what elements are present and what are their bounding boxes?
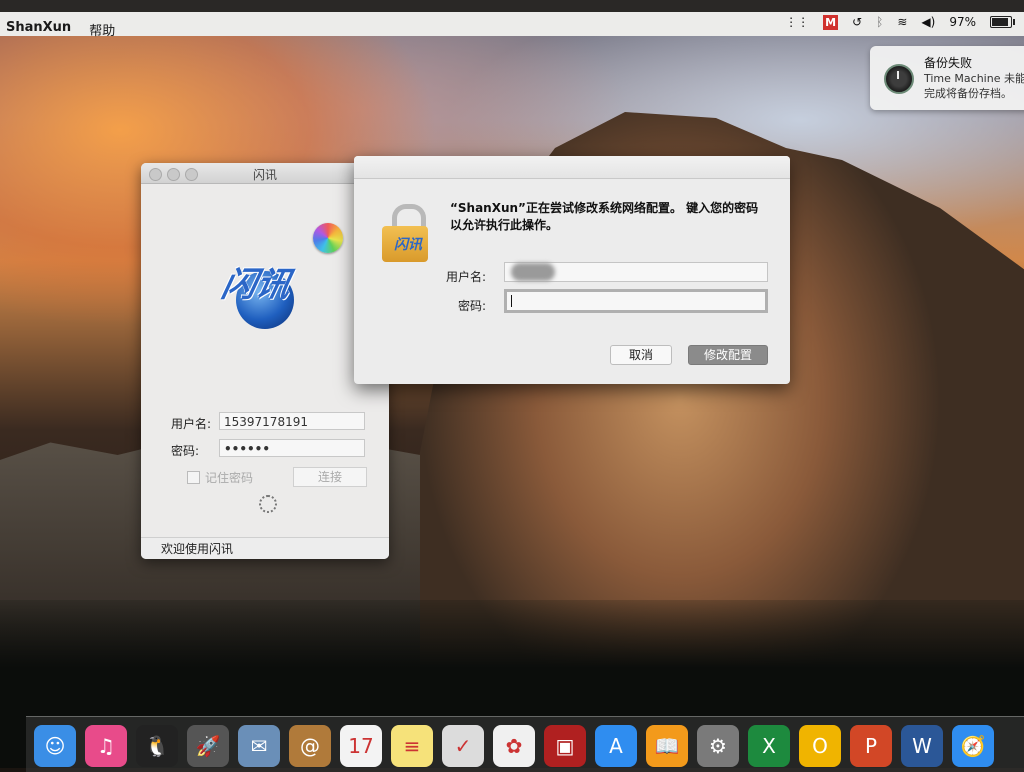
notification-banner[interactable]: 备份失败 Time Machine 未能完成将备份存档。 — [870, 46, 1024, 110]
help-menu[interactable]: 帮助 — [89, 20, 115, 39]
battery-icon[interactable] — [990, 16, 1015, 28]
password-label: 密码: — [171, 444, 200, 458]
shanxun-logo: 闪讯 — [218, 243, 311, 333]
dock-photo-booth-icon[interactable]: ▣ — [544, 725, 586, 767]
dock-calendar-icon[interactable]: 17 — [340, 725, 382, 767]
app-menu[interactable]: ShanXun — [6, 20, 71, 39]
dock-reminders-icon[interactable]: ✓ — [442, 725, 484, 767]
logo-text: 闪讯 — [218, 265, 295, 305]
auth-message: “ShanXun”正在尝试修改系统网络配置。 键入您的密码以允许执行此操作。 — [450, 201, 759, 232]
dock-safari-icon[interactable]: 🧭 — [952, 725, 994, 767]
auth-password-field[interactable] — [504, 289, 768, 313]
status-bar: 欢迎使用闪讯 — [141, 537, 389, 559]
auth-password-label: 密码: — [458, 299, 487, 313]
connect-button[interactable]: 连接 — [293, 467, 367, 487]
text-caret — [511, 295, 512, 307]
dock-notes-icon[interactable]: ≡ — [391, 725, 433, 767]
window-titlebar[interactable]: 闪讯 — [141, 163, 389, 184]
cancel-button[interactable]: 取消 — [610, 345, 672, 365]
lock-logo-text: 闪讯 — [394, 237, 422, 253]
m-app-icon[interactable]: M — [823, 14, 839, 30]
dock-system-preferences-icon[interactable]: ⚙ — [697, 725, 739, 767]
auth-username-field[interactable] — [504, 262, 768, 282]
modify-config-button[interactable]: 修改配置 — [688, 345, 768, 365]
status-tray-icon[interactable]: ⋮⋮ — [785, 14, 809, 30]
username-label: 用户名: — [171, 417, 212, 431]
lock-icon: 闪讯 — [382, 204, 430, 262]
wifi-icon[interactable]: ≋ — [897, 14, 907, 30]
dock-ibooks-icon[interactable]: 📖 — [646, 725, 688, 767]
password-field[interactable]: •••••• — [219, 439, 365, 457]
window-title: 闪讯 — [252, 168, 277, 182]
username-field[interactable]: 15397178191 — [219, 412, 365, 430]
battery-percent[interactable]: 97% — [949, 14, 976, 30]
volume-icon[interactable]: ◀) — [921, 14, 935, 30]
dock-preview-icon[interactable]: ✉ — [238, 725, 280, 767]
remember-label: 记住密码 — [205, 471, 254, 485]
dock-launchpad-icon[interactable]: 🚀 — [187, 725, 229, 767]
remember-checkbox[interactable] — [187, 471, 200, 484]
notification-body: Time Machine 未能完成将备份存档。 — [924, 72, 1024, 100]
notification-title: 备份失败 — [924, 56, 973, 70]
loading-spinner-icon — [259, 495, 277, 513]
time-machine-menu-icon[interactable]: ↺ — [852, 14, 862, 30]
dock-outlook-icon[interactable]: O — [799, 725, 841, 767]
shanxun-window: 闪讯 闪讯 用户名: 15397178191 密码: •••••• 记住密码 连… — [141, 163, 389, 559]
busy-beachball-icon — [313, 223, 343, 253]
dock-excel-icon[interactable]: X — [748, 725, 790, 767]
dock-powerpoint-icon[interactable]: P — [850, 725, 892, 767]
dock-contacts-icon[interactable]: @ — [289, 725, 331, 767]
auth-username-label: 用户名: — [446, 270, 487, 284]
redacted-username — [511, 263, 555, 281]
remember-password[interactable]: 记住密码 — [187, 469, 253, 486]
menu-bar: ShanXun 帮助 ⋮⋮ M ↺ ᛒ ≋ ◀) 97% — [0, 0, 1024, 39]
bluetooth-icon[interactable]: ᛒ — [876, 14, 883, 30]
dock-word-icon[interactable]: W — [901, 725, 943, 767]
dock: ☺ ♫ 🐧 🚀 ✉ @17 ≡ ✓ ✿ ▣ A 📖 ⚙ X O P W 🧭 — [26, 716, 1024, 772]
time-machine-icon — [884, 64, 914, 94]
dock-photos-icon[interactable]: ✿ — [493, 725, 535, 767]
dock-qq-icon[interactable]: 🐧 — [136, 725, 178, 767]
authorization-dialog: 闪讯 “ShanXun”正在尝试修改系统网络配置。 键入您的密码以允许执行此操作… — [354, 156, 790, 384]
dock-app-store-icon[interactable]: A — [595, 725, 637, 767]
dock-finder-icon[interactable]: ☺ — [34, 725, 76, 767]
dock-itunes-icon[interactable]: ♫ — [85, 725, 127, 767]
